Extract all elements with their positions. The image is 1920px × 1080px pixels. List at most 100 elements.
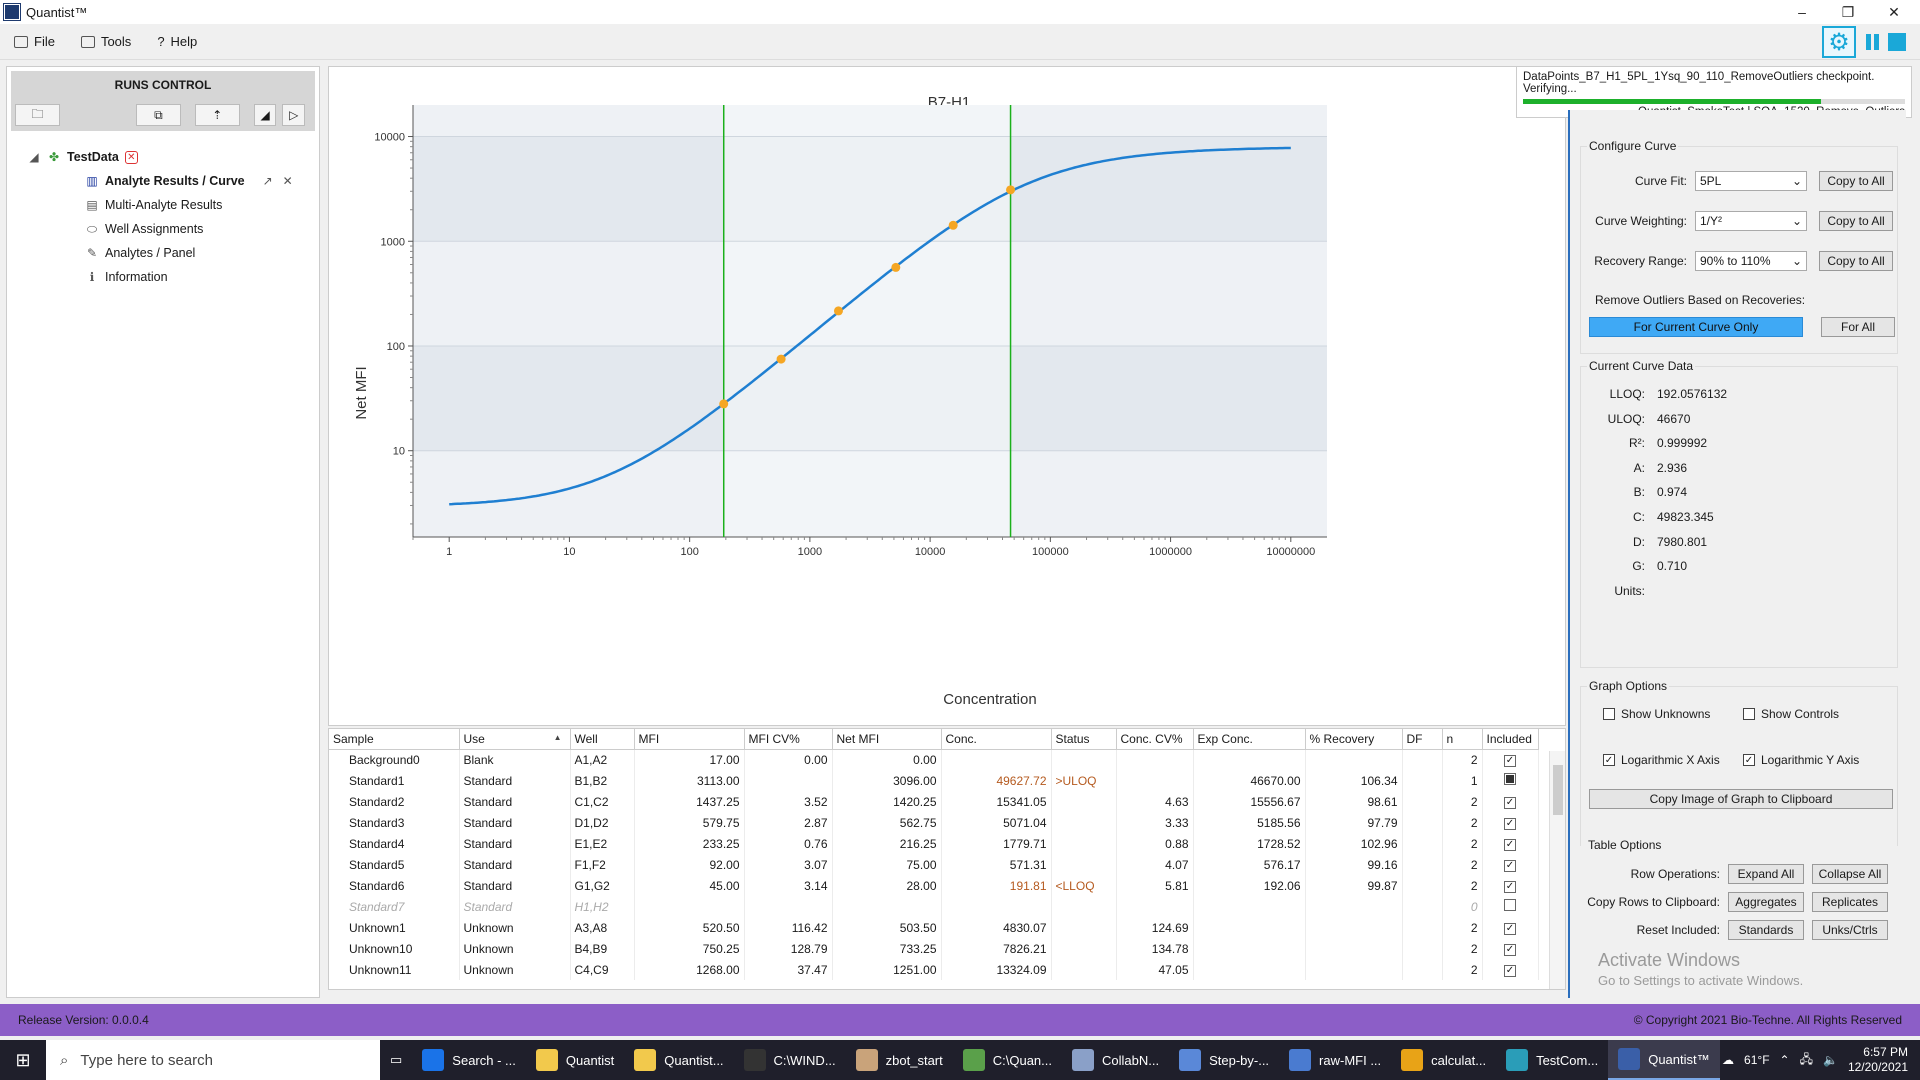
prev-button[interactable]: ◢ — [253, 104, 277, 126]
stop-icon[interactable] — [1888, 33, 1906, 51]
minimize-icon[interactable]: – — [1782, 0, 1822, 24]
included-checkbox[interactable]: ✓ — [1482, 812, 1539, 833]
table-row[interactable]: Standard2 Standard C1,C2 1437.25 3.52 1420.25… — [329, 791, 1539, 812]
tree-item-information[interactable]: ℹ Information — [85, 265, 319, 289]
taskbar-item[interactable]: Quantist — [526, 1040, 624, 1080]
table-row[interactable]: Standard4 Standard E1,E2 233.25 0.76 216.25 17… — [329, 833, 1539, 854]
included-checkbox[interactable]: ✓ — [1482, 833, 1539, 854]
table-row[interactable]: Standard6 Standard G1,G2 45.00 3.14 28.00 191.… — [329, 875, 1539, 896]
included-checkbox[interactable]: ✓ — [1482, 938, 1539, 959]
pause-icon[interactable] — [1862, 32, 1882, 52]
included-checkbox[interactable]: ✓ — [1482, 959, 1539, 980]
tray-chevron-icon[interactable]: ⌃ — [1780, 1053, 1790, 1067]
popout-icon[interactable]: ↗ — [261, 174, 275, 188]
table-row[interactable]: Standard3 Standard D1,D2 579.75 2.87 562.75 50… — [329, 812, 1539, 833]
included-checkbox[interactable] — [1482, 896, 1539, 917]
column-header[interactable]: Net MFI — [832, 729, 942, 750]
open-folder-button[interactable]: 🗀 — [15, 104, 60, 126]
clock[interactable]: 6:57 PM 12/20/2021 — [1848, 1045, 1908, 1075]
reset-standards-button[interactable]: Standards — [1728, 920, 1804, 940]
included-checkbox[interactable]: ✓ — [1482, 791, 1539, 812]
reset-unks-ctrls-button[interactable]: Unks/Ctrls — [1812, 920, 1888, 940]
standard-point[interactable] — [1006, 185, 1016, 195]
taskbar-item[interactable]: zbot_start — [846, 1040, 953, 1080]
taskbar-item[interactable]: Step-by-... — [1169, 1040, 1279, 1080]
taskbar-item[interactable]: C:\WIND... — [734, 1040, 846, 1080]
settings-gear-icon[interactable]: ⚙ — [1822, 26, 1856, 58]
network-icon[interactable]: 🖧 — [1800, 1050, 1813, 1071]
taskbar-item[interactable]: Search - ... — [412, 1040, 526, 1080]
column-header[interactable]: Included — [1482, 729, 1539, 750]
column-header[interactable]: Use ▲ — [459, 729, 571, 750]
next-button[interactable]: ▷ — [282, 104, 305, 126]
table-row[interactable]: Background0 Blank A1,A2 17.00 0.00 0.00 2 ✓ — [329, 749, 1539, 770]
table-scrollbar[interactable] — [1549, 751, 1565, 989]
standard-point[interactable] — [833, 306, 843, 316]
close-icon[interactable]: ✕ — [1874, 0, 1914, 24]
tree-item-analyte-results[interactable]: ▥ Analyte Results / Curve ↗ ✕ — [85, 169, 319, 193]
taskbar-item[interactable]: TestCom... — [1496, 1040, 1608, 1080]
standard-curve-chart[interactable]: B7-H1 1 10 100 1000 10000 100000 1000000 100000… — [329, 67, 1565, 725]
included-checkbox[interactable]: ✓ — [1482, 749, 1539, 770]
menu-tools[interactable]: Tools — [80, 34, 131, 49]
replicates-button[interactable]: Replicates — [1812, 892, 1888, 912]
column-header[interactable]: Well — [570, 729, 635, 750]
windows-start-icon[interactable]: ⊞ — [0, 1040, 46, 1080]
column-header[interactable]: MFI CV% — [744, 729, 833, 750]
scrollbar-thumb[interactable] — [1553, 765, 1563, 815]
taskbar-item[interactable]: C:\Quan... — [953, 1040, 1062, 1080]
taskbar-item[interactable]: raw-MFI ... — [1279, 1040, 1391, 1080]
tree-item-multi-analyte[interactable]: ▤ Multi-Analyte Results — [85, 193, 319, 217]
log-y-checkbox[interactable]: ✓ Logarithmic Y Axis — [1743, 753, 1859, 767]
curve-fit-select[interactable]: 5PL ⌄ — [1695, 171, 1807, 191]
column-header[interactable]: DF — [1402, 729, 1443, 750]
recovery-copy-button[interactable]: Copy to All — [1819, 251, 1893, 271]
copy-button[interactable]: ⧉ — [135, 104, 181, 126]
column-header[interactable]: Status — [1051, 729, 1117, 750]
taskbar-item[interactable]: Quantist... — [624, 1040, 733, 1080]
column-header[interactable]: n — [1442, 729, 1483, 750]
expand-icon[interactable]: ◢ — [27, 150, 41, 164]
standard-point[interactable] — [719, 399, 729, 409]
menu-help[interactable]: ? Help — [157, 34, 197, 49]
task-view-icon[interactable]: ▭ — [380, 1040, 412, 1080]
menu-file[interactable]: File — [14, 34, 55, 49]
tree-root[interactable]: ◢ ✤ TestData ✕ — [27, 145, 319, 169]
taskbar-item[interactable]: CollabN... — [1062, 1040, 1169, 1080]
column-header[interactable]: Exp Conc. — [1193, 729, 1306, 750]
outliers-for-all-button[interactable]: For All — [1821, 317, 1895, 337]
outliers-current-curve-button[interactable]: For Current Curve Only — [1589, 317, 1803, 337]
weather-icon[interactable]: ☁ — [1722, 1053, 1734, 1067]
collapse-all-button[interactable]: Collapse All — [1812, 864, 1888, 884]
upload-button[interactable]: ⇡ — [194, 104, 240, 126]
table-row[interactable]: Standard7 Standard H1,H2 0 — [329, 896, 1539, 917]
curve-fit-copy-button[interactable]: Copy to All — [1819, 171, 1893, 191]
column-header[interactable]: MFI — [634, 729, 745, 750]
curve-weighting-select[interactable]: 1/Y² ⌄ — [1695, 211, 1807, 231]
standard-point[interactable] — [891, 262, 901, 272]
taskbar-item[interactable]: calculat... — [1391, 1040, 1496, 1080]
close-tab-icon[interactable]: ✕ — [281, 174, 295, 188]
aggregates-button[interactable]: Aggregates — [1728, 892, 1804, 912]
tree-item-well-assignments[interactable]: ⬭ Well Assignments — [85, 217, 319, 241]
column-header[interactable]: Sample — [329, 729, 460, 750]
copy-graph-image-button[interactable]: Copy Image of Graph to Clipboard — [1589, 789, 1893, 809]
taskbar-search[interactable]: ⌕ Type here to search — [46, 1040, 380, 1080]
column-header[interactable]: Conc. — [941, 729, 1052, 750]
volume-icon[interactable]: 🔈 — [1823, 1053, 1838, 1067]
standard-point[interactable] — [776, 354, 786, 364]
weighting-copy-button[interactable]: Copy to All — [1819, 211, 1893, 231]
table-row[interactable]: Standard5 Standard F1,F2 92.00 3.07 75.00 571.… — [329, 854, 1539, 875]
table-row[interactable]: Standard1 Standard B1,B2 3113.00 3096.00 4962… — [329, 770, 1539, 791]
tree-item-analytes-panel[interactable]: ✎ Analytes / Panel — [85, 241, 319, 265]
remove-run-icon[interactable]: ✕ — [124, 150, 138, 164]
standard-point[interactable] — [948, 220, 958, 230]
taskbar-item[interactable]: Quantist™ — [1608, 1040, 1720, 1080]
included-checkbox[interactable] — [1482, 770, 1539, 791]
column-header[interactable]: % Recovery — [1305, 729, 1403, 750]
included-checkbox[interactable]: ✓ — [1482, 917, 1539, 938]
recovery-range-select[interactable]: 90% to 110% ⌄ — [1695, 251, 1807, 271]
sort-ascending-icon[interactable]: ▲ — [554, 733, 562, 742]
restore-icon[interactable]: ❐ — [1828, 0, 1868, 24]
table-row[interactable]: Unknown10 Unknown B4,B9 750.25 128.79 733.25 7… — [329, 938, 1539, 959]
